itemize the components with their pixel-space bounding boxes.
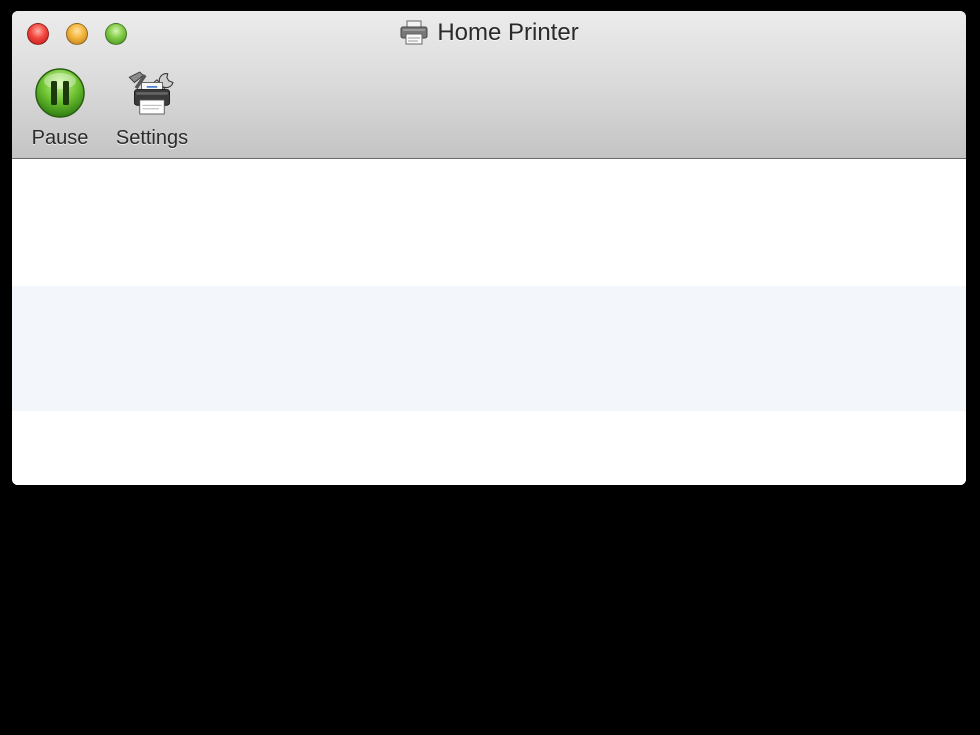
- pause-icon: [32, 65, 88, 121]
- pause-button[interactable]: Pause: [29, 65, 91, 150]
- window-toolbar: Home Printer Pause Settings: [12, 11, 966, 159]
- window-title-bar: Home Printer: [12, 19, 966, 47]
- printer-queue-window: Home Printer Pause Settings: [12, 11, 966, 485]
- window-title: Home Printer: [437, 19, 579, 46]
- settings-button[interactable]: Settings: [107, 65, 197, 150]
- print-queue-list: [12, 159, 966, 485]
- list-item[interactable]: [12, 159, 966, 286]
- pause-label: Pause: [31, 127, 89, 149]
- printer-settings-icon: [124, 65, 180, 121]
- list-item[interactable]: [12, 411, 966, 485]
- printer-icon: [399, 20, 429, 46]
- list-item[interactable]: [12, 286, 966, 411]
- settings-label: Settings: [115, 127, 189, 149]
